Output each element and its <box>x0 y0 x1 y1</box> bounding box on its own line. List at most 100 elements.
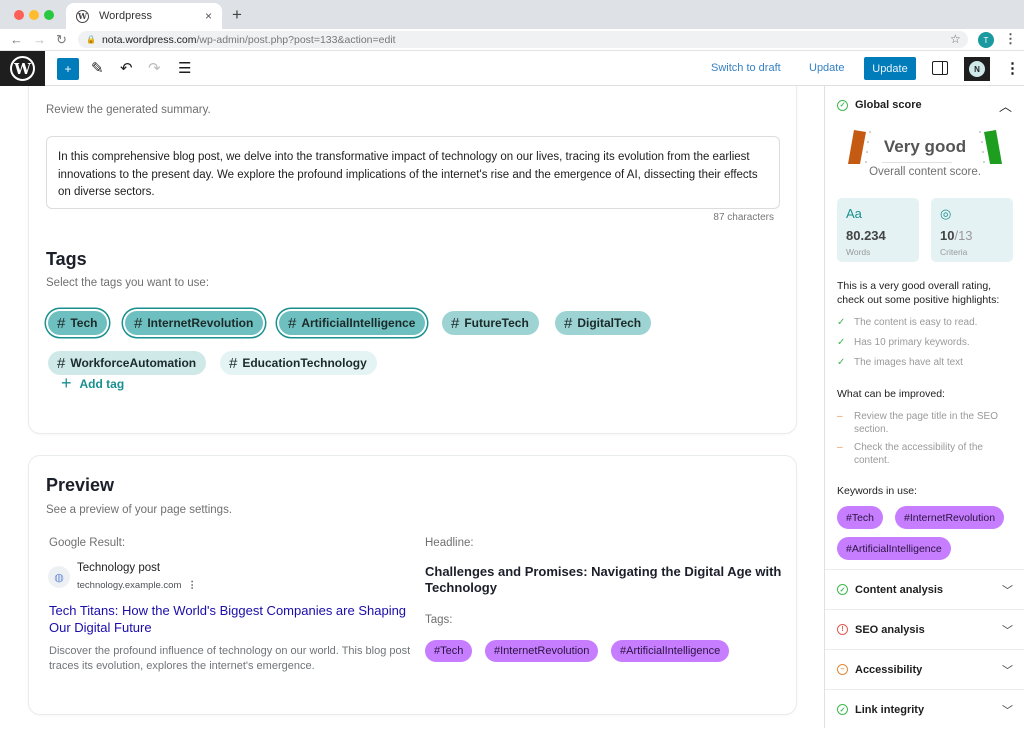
tag-label: EducationTechnology <box>242 356 367 370</box>
preview-tag: #InternetRevolution <box>485 640 599 662</box>
window-close-button[interactable] <box>14 10 24 20</box>
browser-tab-strip: W Wordpress × + <box>0 0 1024 29</box>
google-result-label: Google Result: <box>49 537 126 549</box>
edit-pencil-icon[interactable]: ✎ <box>91 59 104 77</box>
criteria-stat-card: ◎ 10/13 Criteria <box>931 198 1013 262</box>
chevron-up-icon[interactable]: ︿ <box>999 96 1012 115</box>
criteria-total: /13 <box>954 228 973 243</box>
back-arrow-icon[interactable]: ← <box>10 32 23 47</box>
google-url-text: technology.example.com <box>77 580 182 591</box>
tag-label: Tech <box>70 316 98 330</box>
editor-toolbar: W + ✎ ↶ ↷ ☰ Switch to draft Update Updat… <box>0 51 1024 86</box>
switch-to-draft-button[interactable]: Switch to draft <box>711 62 781 74</box>
keyword-chip: #Tech <box>837 506 884 529</box>
hash-icon: # <box>451 314 460 332</box>
accordion-label: Content analysis <box>855 583 944 596</box>
plugin-button[interactable]: N <box>964 57 990 81</box>
add-block-button[interactable]: + <box>57 58 79 80</box>
browser-tab[interactable]: W Wordpress × <box>66 3 222 29</box>
tag-label: InternetRevolution <box>147 316 254 330</box>
plugin-logo-icon: N <box>969 61 985 77</box>
profile-avatar[interactable]: T <box>978 32 994 48</box>
update-button[interactable]: Update <box>864 57 916 80</box>
hash-icon: # <box>229 354 238 372</box>
tag-label: ArtificialIntelligence <box>301 316 416 330</box>
wordpress-logo-button[interactable]: W <box>0 51 45 86</box>
keywords-title: Keywords in use: <box>837 485 917 497</box>
highlight-text: The images have alt text <box>854 357 963 368</box>
settings-panel-toggle-icon[interactable] <box>932 61 948 75</box>
check-icon: ✓ <box>837 317 846 328</box>
tags-subtitle: Select the tags you want to use: <box>46 277 210 289</box>
positive-highlight: ✓ Has 10 primary keywords. <box>837 336 1015 349</box>
tag-chip[interactable]: # FutureTech <box>442 311 539 335</box>
check-icon: ✓ <box>837 357 846 368</box>
score-rating: Very good <box>883 137 967 156</box>
update-link-button[interactable]: Update <box>809 62 844 74</box>
tags-title: Tags <box>46 249 87 269</box>
improvement-text: Check the accessibility of the content. <box>854 442 983 466</box>
global-score-header[interactable]: ✓ Global score <box>837 99 922 111</box>
url-input[interactable]: 🔒 nota.wordpress.com /wp-admin/post.php?… <box>78 31 968 48</box>
score-caption: Overall content score. <box>869 166 981 178</box>
hash-icon: # <box>57 314 66 332</box>
undo-icon[interactable]: ↶ <box>120 59 133 77</box>
accordion-link-integrity[interactable]: ✓ Link integrity ﹀ <box>825 689 1024 729</box>
browser-menu-icon[interactable]: ⋮ <box>1004 31 1017 47</box>
tag-chip[interactable]: # DigitalTech <box>555 311 652 335</box>
accordion-content-analysis[interactable]: ✓ Content analysis ﹀ <box>825 569 1024 609</box>
google-result-description: Discover the profound influence of techn… <box>49 645 411 672</box>
chevron-down-icon: ﹀ <box>1002 664 1013 677</box>
more-vertical-icon[interactable]: ⋮ <box>187 580 197 591</box>
improvement-text: Review the page title in the SEO section… <box>854 411 998 435</box>
window-minimize-button[interactable] <box>29 10 39 20</box>
tag-chip[interactable]: # WorkforceAutomation <box>48 351 207 375</box>
words-value: 80.234 <box>846 228 886 243</box>
wordpress-logo-icon: W <box>10 56 35 81</box>
tag-chip[interactable]: # EducationTechnology <box>220 351 377 375</box>
criteria-value: 10/13 <box>940 228 973 243</box>
dash-icon: – <box>837 411 843 422</box>
hash-icon: # <box>564 314 573 332</box>
tag-chip[interactable]: # InternetRevolution <box>125 311 264 335</box>
preview-card: Preview See a preview of your page setti… <box>28 455 797 715</box>
words-stat-card: Aa 80.234 Words <box>837 198 919 262</box>
tag-label: DigitalTech <box>577 316 642 330</box>
chevron-down-icon: ﹀ <box>1002 624 1013 637</box>
check-circle-icon: ✓ <box>837 704 848 715</box>
forward-arrow-icon[interactable]: → <box>33 32 46 47</box>
document-outline-icon[interactable]: ☰ <box>178 59 191 77</box>
google-site-url: technology.example.com ⋮ <box>77 580 197 591</box>
alert-circle-icon: ! <box>837 624 848 635</box>
positive-highlight: ✓ The content is easy to read. <box>837 316 1015 329</box>
new-tab-button[interactable]: + <box>232 5 242 25</box>
accordion-label: Accessibility <box>855 663 923 676</box>
address-bar-row: ← → ↻ 🔒 nota.wordpress.com /wp-admin/pos… <box>0 29 1024 51</box>
accordion-label: Link integrity <box>855 703 925 716</box>
preview-title: Preview <box>46 475 115 495</box>
accordion-seo-analysis[interactable]: ! SEO analysis ﹀ <box>825 609 1024 649</box>
tag-chip[interactable]: # ArtificialIntelligence <box>279 311 426 335</box>
chevron-down-icon: ﹀ <box>1002 704 1013 717</box>
google-site-name: Technology post <box>77 562 161 574</box>
tab-close-icon[interactable]: × <box>205 9 212 23</box>
keyword-chip: #InternetRevolution <box>895 506 1005 529</box>
headline-text: Challenges and Promises: Navigating the … <box>425 564 782 595</box>
bookmark-star-icon[interactable]: ☆ <box>950 32 961 46</box>
options-menu-icon[interactable]: ⋮ <box>1005 59 1020 77</box>
tab-title: Wordpress <box>99 10 152 22</box>
tag-chip[interactable]: # Tech <box>48 311 108 335</box>
summary-tags-card: Summary Review the generated summary. In… <box>28 86 797 434</box>
add-tag-button[interactable]: + Add tag <box>61 373 124 394</box>
accordion-accessibility[interactable]: – Accessibility ﹀ <box>825 649 1024 689</box>
divider <box>882 162 952 163</box>
redo-icon[interactable]: ↷ <box>148 59 161 77</box>
hash-icon: # <box>288 314 297 332</box>
dash-icon: – <box>837 442 843 453</box>
reload-icon[interactable]: ↻ <box>56 32 67 48</box>
summary-textarea[interactable]: In this comprehensive blog post, we delv… <box>46 136 780 209</box>
check-circle-icon: ✓ <box>837 584 848 595</box>
window-maximize-button[interactable] <box>44 10 54 20</box>
minus-circle-icon: – <box>837 664 848 675</box>
google-result-title[interactable]: Tech Titans: How the World's Biggest Com… <box>49 602 419 636</box>
